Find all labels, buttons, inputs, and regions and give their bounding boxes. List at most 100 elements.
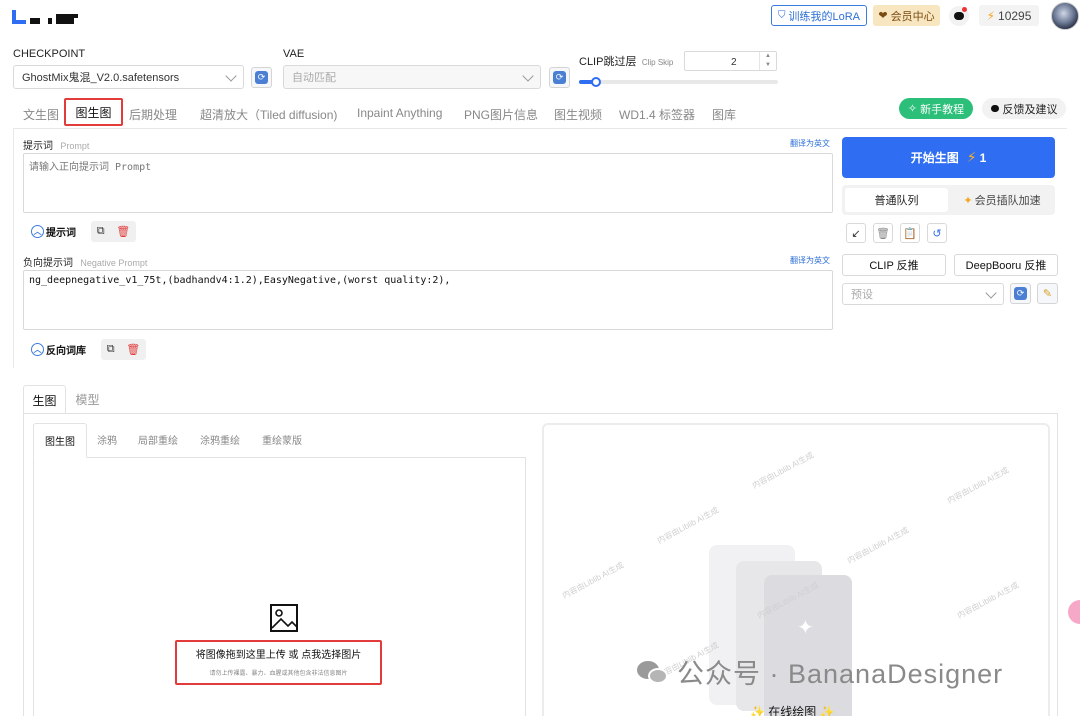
tab-inpaint-upload[interactable]: 重绘蒙版 — [262, 432, 302, 447]
image-upload-icon[interactable] — [269, 603, 299, 633]
credits-badge[interactable]: ⚡ 10295 — [979, 5, 1039, 26]
generate-label: 开始生图 — [910, 151, 959, 165]
generate-cost: 1 — [979, 150, 987, 165]
user-avatar[interactable] — [1051, 2, 1079, 30]
tab-inpaint[interactable]: 局部重绘 — [138, 432, 178, 447]
prompt-sublabel: Prompt — [60, 141, 90, 151]
tutorial-button[interactable]: ✧ 新手教程 — [899, 98, 973, 119]
notification-dot — [962, 7, 967, 12]
prompt-textarea[interactable]: 请输入正向提示词 Prompt — [23, 153, 833, 213]
wm-2: 内容由Liblib AI生成 — [750, 450, 816, 491]
preset-edit-button[interactable]: ✎ — [1037, 283, 1058, 304]
copy-icon[interactable]: ⧉ — [97, 225, 105, 238]
checkpoint-select[interactable]: GhostMix鬼混_V2.0.safetensors — [13, 65, 244, 89]
preset-placeholder: 预设 — [851, 289, 873, 301]
chat-icon — [954, 12, 964, 20]
prompt-toolbar: ︿ 提示词 — [31, 220, 76, 242]
shield-icon: ⛉ — [777, 10, 786, 21]
tab-sketch[interactable]: 涂鸦 — [97, 432, 117, 447]
refresh-icon: ⟳ — [255, 71, 268, 84]
collapse-icon[interactable]: ︿ — [31, 342, 44, 356]
checkpoint-refresh-button[interactable]: ⟳ — [251, 67, 272, 88]
clip-skip-sublabel: Clip Skip — [641, 58, 674, 67]
floating-helper-button[interactable] — [1068, 600, 1080, 624]
negative-value: ng_deepnegative_v1_75t,(badhandv4:1.2),E… — [29, 275, 451, 286]
collapse-icon[interactable]: ︿ — [31, 224, 44, 238]
clipboard-icon[interactable]: 📋 — [900, 223, 920, 243]
chevron-down-icon — [985, 287, 997, 299]
clip-skip-slider[interactable] — [579, 77, 778, 87]
prompt-panel-left-border — [13, 128, 14, 368]
magic-wand-icon: ✧ — [907, 103, 918, 115]
refresh-icon: ⟳ — [1014, 287, 1027, 300]
vip-center-label: 会员中心 — [890, 10, 935, 23]
clip-skip-input[interactable]: 2 ▲ ▼ — [684, 51, 777, 71]
wechat-watermark: 公众号 · BananaDesigner — [637, 652, 1003, 691]
negative-textarea[interactable]: ng_deepnegative_v1_75t,(badhandv4:1.2),E… — [23, 270, 833, 330]
stepper-buttons[interactable]: ▲ ▼ — [759, 52, 776, 70]
copy-icon[interactable]: ⧉ — [107, 343, 115, 356]
normal-queue-option[interactable]: 普通队列 — [845, 188, 948, 212]
train-lora-label: 训练我的LoRA — [788, 10, 861, 23]
wm-5: 内容由Liblib AI生成 — [560, 560, 626, 601]
clip-skip-value: 2 — [731, 57, 737, 68]
feedback-button[interactable]: 反馈及建议 — [982, 98, 1066, 119]
preset-select[interactable]: 预设 — [842, 283, 1004, 305]
translate-prompt-link[interactable]: 翻译为英文 — [790, 138, 830, 149]
clip-skip-label: CLIP跳过层 — [579, 56, 637, 68]
negative-label-row: 负向提示词 Negative Prompt — [23, 254, 147, 269]
tab-img2img[interactable]: 图生图 — [64, 98, 123, 126]
generate-button[interactable]: 开始生图 ⚡ 1 — [842, 137, 1055, 178]
tab-gallery[interactable]: 图库 — [712, 106, 736, 123]
prompt-actions: ⧉ 🗑 — [91, 221, 136, 242]
upload-title[interactable]: 将图像拖到这里上传 或 点我选择图片 — [175, 646, 382, 661]
negative-toggle-label[interactable]: 反向词库 — [46, 342, 86, 357]
tab-inpaint-anything[interactable]: Inpaint Anything — [357, 106, 442, 120]
tab-png-info[interactable]: PNG图片信息 — [464, 106, 538, 123]
deepbooru-interrogate-button[interactable]: DeepBooru 反推 — [954, 254, 1058, 276]
negative-label: 负向提示词 — [23, 258, 73, 269]
translate-negative-link[interactable]: 翻译为英文 — [790, 255, 830, 266]
tab-wd14-tagger[interactable]: WD1.4 标签器 — [619, 106, 695, 123]
vae-select[interactable]: 自动匹配 — [283, 65, 541, 89]
checkpoint-value: GhostMix鬼混_V2.0.safetensors — [22, 72, 180, 84]
tab-inpaint-sketch[interactable]: 涂鸦重绘 — [200, 432, 240, 447]
trash-icon[interactable]: 🗑 — [116, 225, 130, 238]
tab-img2img-input[interactable]: 图生图 — [33, 423, 87, 458]
trash-icon[interactable]: 🗑 — [873, 223, 893, 243]
diamond-icon: ❤ — [878, 10, 888, 22]
edit-icon: ✎ — [1042, 288, 1053, 300]
sparkle-icon: ✨ — [819, 705, 835, 716]
lightning-icon: ⚡ — [986, 8, 996, 23]
wm-3: 内容由Liblib AI生成 — [845, 525, 911, 566]
queue-selector: 普通队列 ✦ 会员插队加速 — [842, 185, 1055, 215]
prompt-toggle-label[interactable]: 提示词 — [46, 224, 76, 239]
tab-txt2img[interactable]: 文生图 — [23, 106, 59, 123]
tab-tiled-diffusion[interactable]: 超清放大（Tiled diffusion) — [200, 106, 337, 123]
preset-refresh-button[interactable]: ⟳ — [1010, 283, 1031, 304]
feedback-label: 反馈及建议 — [1002, 103, 1058, 116]
chat-icon — [990, 105, 999, 112]
tab-extras[interactable]: 后期处理 — [129, 106, 177, 123]
tutorial-label: 新手教程 — [920, 103, 965, 116]
tab-generate[interactable]: 生图 — [23, 385, 66, 414]
trash-icon[interactable]: 🗑 — [126, 343, 140, 356]
vae-value: 自动匹配 — [292, 72, 336, 84]
vip-center-button[interactable]: ❤ 会员中心 — [873, 5, 940, 26]
prompt-panel-border — [13, 128, 1067, 129]
slider-handle[interactable] — [591, 77, 601, 87]
refresh-icon: ⟳ — [553, 71, 566, 84]
vip-queue-option[interactable]: ✦ 会员插队加速 — [952, 188, 1052, 212]
clip-interrogate-button[interactable]: CLIP 反推 — [842, 254, 946, 276]
wm-1: 内容由Liblib AI生成 — [655, 505, 721, 546]
site-logo[interactable] — [10, 6, 106, 28]
arrow-icon[interactable]: ↙ — [846, 223, 866, 243]
undo-icon[interactable]: ↺ — [927, 223, 947, 243]
vae-label: VAE — [283, 48, 305, 60]
tab-model[interactable]: 模型 — [66, 385, 109, 413]
tab-img2video[interactable]: 图生视频 — [554, 106, 602, 123]
vae-refresh-button[interactable]: ⟳ — [549, 67, 570, 88]
negative-toolbar: ︿ 反向词库 — [31, 338, 86, 360]
message-button[interactable] — [949, 6, 969, 26]
train-lora-button[interactable]: ⛉ 训练我的LoRA — [771, 5, 867, 26]
